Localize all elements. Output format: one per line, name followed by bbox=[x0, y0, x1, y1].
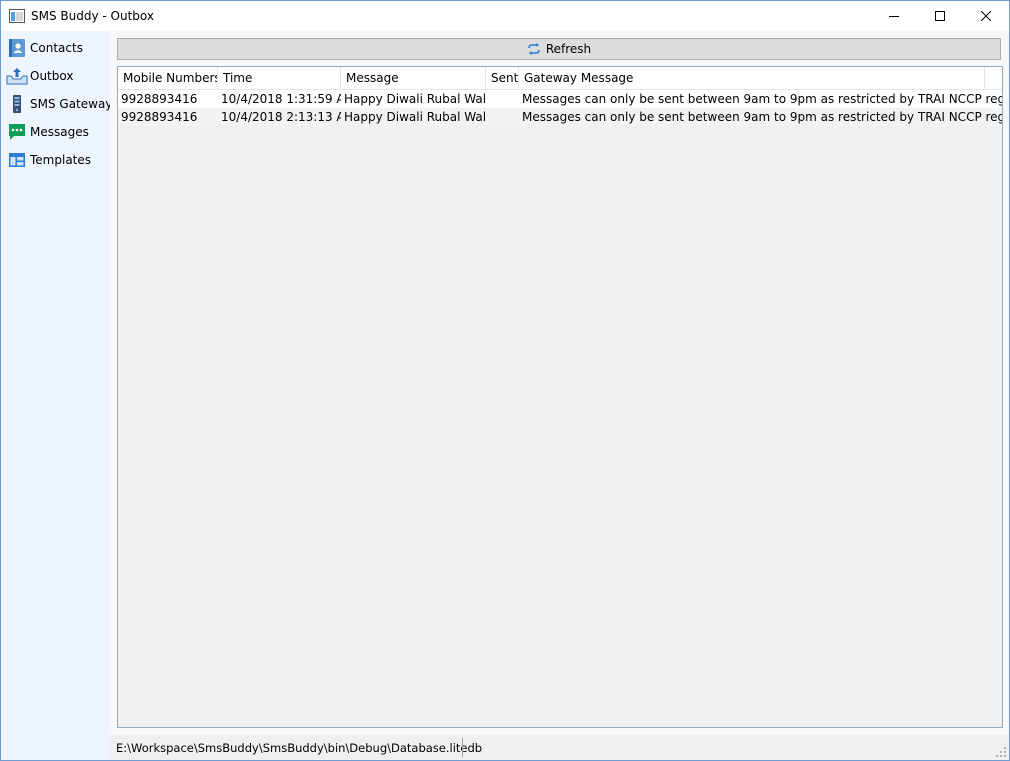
cell-time[interactable]: 10/4/2018 2:13:13 AM bbox=[218, 108, 341, 126]
outbox-grid[interactable]: Mobile Numbers Time Message Sent Gateway… bbox=[117, 66, 1003, 728]
sidebar: Contacts Outbox SMS Gateway Messages Tem… bbox=[1, 31, 113, 760]
cell-gateway-message[interactable]: Messages can only be sent between 9am to… bbox=[519, 90, 1002, 108]
cell-time[interactable]: 10/4/2018 1:31:59 AM bbox=[218, 90, 341, 108]
status-separator bbox=[462, 738, 463, 757]
sidebar-item-label: Messages bbox=[30, 125, 89, 139]
refresh-button[interactable]: Refresh bbox=[117, 38, 1001, 60]
cell-gateway-message[interactable]: Messages can only be sent between 9am to… bbox=[519, 108, 1002, 126]
table-row[interactable]: 9928893416 10/4/2018 2:13:13 AM Happy Di… bbox=[118, 108, 1002, 126]
cell-sent[interactable] bbox=[486, 90, 519, 108]
table-row[interactable]: 9928893416 10/4/2018 1:31:59 AM Happy Di… bbox=[118, 90, 1002, 108]
close-icon bbox=[981, 11, 991, 21]
maximize-button[interactable] bbox=[917, 1, 963, 31]
sms-gateway-icon bbox=[13, 95, 21, 113]
database-path: E:\Workspace\SmsBuddy\SmsBuddy\bin\Debug… bbox=[116, 741, 483, 755]
sidebar-item-messages[interactable]: Messages bbox=[1, 120, 110, 146]
main-content: Refresh Mobile Numbers Time Message Sent… bbox=[110, 31, 1009, 735]
sidebar-item-label: Templates bbox=[30, 153, 92, 167]
app-window-icon bbox=[9, 9, 25, 23]
minimize-button[interactable] bbox=[871, 1, 917, 31]
refresh-button-label: Refresh bbox=[545, 42, 592, 56]
column-header-mobile-numbers[interactable]: Mobile Numbers bbox=[118, 67, 218, 89]
sidebar-item-label: Outbox bbox=[30, 69, 74, 83]
contacts-icon bbox=[9, 39, 25, 57]
status-bar: E:\Workspace\SmsBuddy\SmsBuddy\bin\Debug… bbox=[110, 735, 1009, 760]
grid-header: Mobile Numbers Time Message Sent Gateway… bbox=[118, 67, 1002, 90]
column-header-time[interactable]: Time bbox=[218, 67, 341, 89]
outbox-icon bbox=[6, 68, 28, 85]
column-header-filler bbox=[985, 67, 1002, 89]
sidebar-item-label: SMS Gateway bbox=[30, 97, 113, 111]
sidebar-item-templates[interactable]: Templates bbox=[1, 148, 110, 174]
sidebar-item-sms-gateway[interactable]: SMS Gateway bbox=[1, 92, 113, 118]
templates-icon bbox=[9, 153, 25, 167]
cell-message[interactable]: Happy Diwali Rubal Walia! bbox=[341, 108, 486, 126]
resize-grip-icon[interactable] bbox=[995, 746, 1007, 758]
cell-mobile-number[interactable]: 9928893416 bbox=[118, 90, 218, 108]
messages-icon bbox=[9, 124, 25, 140]
refresh-icon bbox=[528, 43, 540, 55]
maximize-icon bbox=[935, 11, 945, 21]
column-header-sent[interactable]: Sent bbox=[486, 67, 519, 89]
cell-sent[interactable] bbox=[486, 108, 519, 126]
sidebar-item-contacts[interactable]: Contacts bbox=[1, 36, 110, 62]
column-header-gateway-message[interactable]: Gateway Message bbox=[519, 67, 985, 89]
minimize-icon bbox=[889, 16, 899, 17]
cell-mobile-number[interactable]: 9928893416 bbox=[118, 108, 218, 126]
title-bar[interactable]: SMS Buddy - Outbox bbox=[1, 1, 1009, 31]
close-button[interactable] bbox=[963, 1, 1009, 31]
cell-message[interactable]: Happy Diwali Rubal Walia! bbox=[341, 90, 486, 108]
column-header-message[interactable]: Message bbox=[341, 67, 486, 89]
sidebar-item-outbox[interactable]: Outbox bbox=[1, 64, 110, 90]
window-title: SMS Buddy - Outbox bbox=[31, 9, 154, 23]
app-window: SMS Buddy - Outbox Contacts Outbox SMS G… bbox=[0, 0, 1010, 761]
sidebar-item-label: Contacts bbox=[30, 41, 83, 55]
